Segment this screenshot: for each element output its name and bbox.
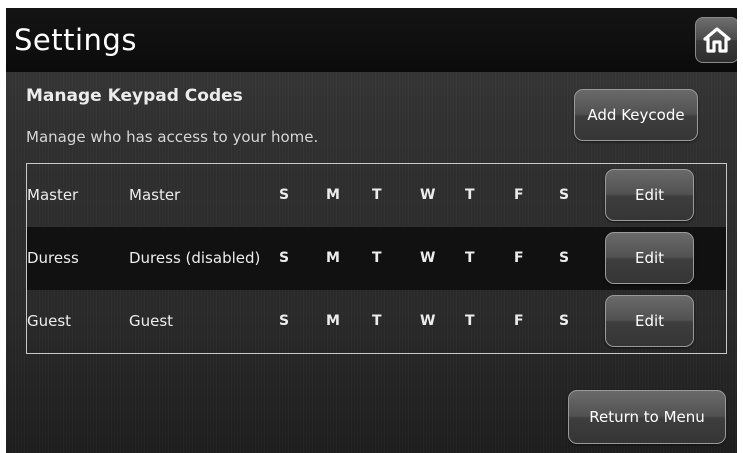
day-thursday: T <box>465 313 475 329</box>
edit-duress-button[interactable]: Edit <box>605 232 694 284</box>
day-monday: M <box>326 187 340 203</box>
day-wednesday: W <box>420 187 436 203</box>
code-type: Duress (disabled) <box>129 249 261 267</box>
day-sunday: S <box>279 250 290 266</box>
table-row: Master Master S M T W T F S Edit <box>27 164 726 227</box>
settings-screen: Settings Manage Keypad Codes Manage who … <box>6 8 737 453</box>
day-sunday: S <box>279 187 290 203</box>
edit-guest-button[interactable]: Edit <box>605 295 694 347</box>
day-monday: M <box>326 313 340 329</box>
day-wednesday: W <box>420 250 436 266</box>
section-description: Manage who has access to your home. <box>26 128 319 146</box>
day-sunday: S <box>279 313 290 329</box>
day-tuesday: T <box>372 187 382 203</box>
table-row: Duress Duress (disabled) S M T W T F S E… <box>27 227 726 290</box>
code-name: Duress <box>27 249 79 267</box>
keycode-table: Master Master S M T W T F S Edit Duress … <box>26 163 727 354</box>
code-name: Master <box>27 186 79 204</box>
header-bar: Settings <box>6 8 737 72</box>
day-tuesday: T <box>372 313 382 329</box>
day-saturday: S <box>559 313 570 329</box>
day-thursday: T <box>465 250 475 266</box>
edit-master-button[interactable]: Edit <box>605 169 694 221</box>
day-friday: F <box>514 313 524 329</box>
day-friday: F <box>514 187 524 203</box>
section-heading: Manage Keypad Codes <box>26 86 243 106</box>
day-wednesday: W <box>420 313 436 329</box>
day-saturday: S <box>559 187 570 203</box>
page-title: Settings <box>14 23 137 57</box>
return-to-menu-button[interactable]: Return to Menu <box>568 390 726 444</box>
day-friday: F <box>514 250 524 266</box>
home-button[interactable] <box>695 17 737 63</box>
code-type: Master <box>129 186 181 204</box>
day-monday: M <box>326 250 340 266</box>
add-keycode-button[interactable]: Add Keycode <box>574 89 698 141</box>
day-thursday: T <box>465 187 475 203</box>
day-tuesday: T <box>372 250 382 266</box>
code-name: Guest <box>27 312 72 330</box>
home-icon <box>703 27 731 53</box>
code-type: Guest <box>129 312 174 330</box>
day-saturday: S <box>559 250 570 266</box>
table-row: Guest Guest S M T W T F S Edit <box>27 290 726 353</box>
